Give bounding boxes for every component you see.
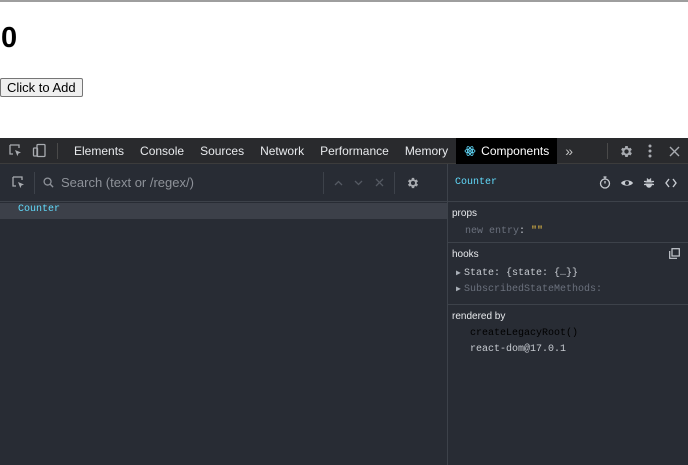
component-search-input[interactable]	[57, 171, 319, 194]
rendered-by-title: rendered by	[452, 311, 506, 322]
expand-arrow-icon[interactable]: ▶	[456, 282, 464, 298]
tab-elements[interactable]: Elements	[64, 138, 132, 164]
inspect-element-icon[interactable]	[3, 138, 27, 164]
tree-row-label: Counter	[18, 204, 61, 215]
counter-value: 0	[1, 22, 18, 54]
hook-name: SubscribedStateMethods	[464, 284, 597, 295]
tab-console[interactable]: Console	[132, 138, 192, 164]
rendered-by-item[interactable]: react-dom@17.0.1	[452, 342, 684, 358]
props-title: props	[452, 208, 478, 219]
hooks-section: hooks ▶ State: {state: {…}} ▶ SubscribedSt…	[448, 243, 688, 305]
previous-result-icon[interactable]	[328, 164, 348, 202]
next-result-icon[interactable]	[348, 164, 368, 202]
devtools-panel: Elements Console Sources Network Perform…	[0, 137, 688, 465]
devtools-tab-bar: Elements Console Sources Network Perform…	[0, 137, 688, 164]
devtools-toolbar-right	[601, 138, 688, 164]
component-search-bar	[0, 164, 447, 202]
search-separator	[323, 171, 324, 194]
hook-row-subscribed-state-methods[interactable]: ▶ SubscribedStateMethods:	[452, 282, 684, 298]
click-to-add-button[interactable]: Click to Add	[0, 78, 83, 97]
close-devtools-icon[interactable]	[662, 138, 686, 164]
search-separator	[394, 171, 395, 194]
rendered-by-item[interactable]: createLegacyRoot()	[452, 326, 684, 342]
bug-icon[interactable]	[638, 173, 660, 193]
new-entry-value[interactable]: ""	[531, 226, 543, 237]
hook-name: State	[464, 268, 495, 279]
hooks-title: hooks	[452, 249, 479, 260]
search-icon	[39, 164, 57, 202]
copy-hooks-icon[interactable]	[669, 247, 680, 263]
expand-arrow-icon[interactable]: ▶	[456, 266, 464, 282]
inspector-header: Counter	[448, 164, 688, 202]
more-tabs-icon[interactable]: »	[557, 138, 581, 164]
search-separator	[34, 171, 35, 194]
eye-icon[interactable]	[616, 173, 638, 193]
tab-sources[interactable]: Sources	[192, 138, 252, 164]
view-source-icon[interactable]	[660, 173, 682, 193]
component-settings-gear-icon[interactable]	[399, 164, 427, 202]
hook-row-state[interactable]: ▶ State: {state: {…}}	[452, 266, 684, 282]
rendered-by-section: rendered by createLegacyRoot() react-dom…	[448, 305, 688, 364]
stopwatch-icon[interactable]	[594, 173, 616, 193]
inspector-actions	[594, 173, 688, 193]
tab-components[interactable]: Components	[456, 137, 558, 164]
component-tree-panel: Counter	[0, 164, 447, 465]
toolbar-separator	[57, 142, 58, 159]
toolbar-separator	[607, 143, 608, 159]
tab-memory[interactable]: Memory	[397, 138, 456, 164]
page-viewport: 0 Click to Add	[0, 0, 688, 138]
select-element-icon[interactable]	[6, 164, 30, 202]
tab-components-label: Components	[481, 143, 550, 158]
new-entry-key: new entry	[465, 226, 520, 237]
clear-search-icon[interactable]	[368, 164, 390, 202]
more-options-icon[interactable]	[638, 138, 662, 164]
tree-row-counter[interactable]: Counter	[0, 203, 447, 219]
hooks-title-row: hooks	[452, 247, 684, 263]
tab-performance[interactable]: Performance	[312, 138, 397, 164]
selected-component-name: Counter	[455, 177, 498, 188]
props-section: props new entry: ""	[448, 202, 688, 243]
device-toolbar-icon[interactable]	[27, 138, 51, 164]
new-entry-row[interactable]: new entry: ""	[452, 224, 684, 240]
component-inspector-panel: Counter props new entry: "" hooks ▶ Stat…	[448, 164, 688, 465]
hook-value: {state: {…}}	[506, 268, 579, 279]
tab-network[interactable]: Network	[252, 138, 312, 164]
settings-gear-icon[interactable]	[614, 138, 638, 164]
react-icon	[464, 145, 476, 157]
